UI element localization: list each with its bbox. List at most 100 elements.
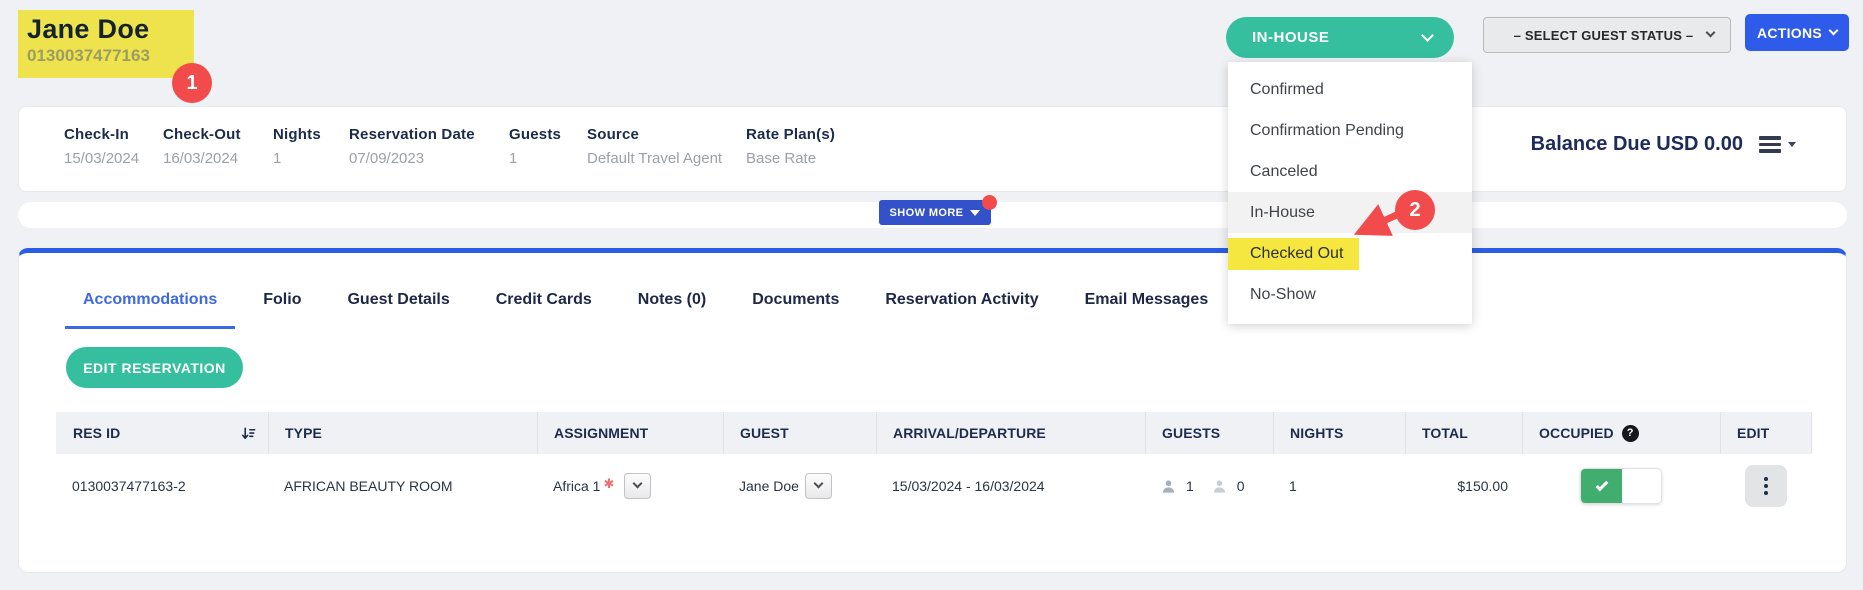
assignment-value: Africa 1 [553,478,600,494]
reservation-summary-card: Check-In 15/03/2024 Check-Out 16/03/2024… [18,106,1847,192]
checked-out-highlight: Checked Out [1228,238,1359,270]
guest-select-button[interactable] [805,473,832,499]
field-value: 16/03/2024 [163,150,241,167]
col-assignment: ASSIGNMENT [537,412,723,454]
chevron-down-icon [1421,29,1434,42]
assignment-select-button[interactable] [624,473,651,499]
guest-status-select[interactable]: – SELECT GUEST STATUS – [1483,17,1731,53]
notification-dot [982,195,997,210]
field-value: Base Rate [746,150,835,167]
col-total: TOTAL [1405,412,1522,454]
chevron-down-icon [1706,28,1716,38]
cell-total: $150.00 [1405,454,1522,518]
show-more-button[interactable]: SHOW MORE [879,200,991,225]
col-label: OCCUPIED [1539,425,1614,441]
summary-field-check-in: Check-In 15/03/2024 [64,126,139,167]
col-nights: NIGHTS [1273,412,1405,454]
col-type: TYPE [268,412,537,454]
summary-field-reservation-date: Reservation Date 07/09/2023 [349,126,475,167]
sort-icon[interactable] [241,426,256,441]
annotation-step-2-badge: 2 [1395,190,1435,230]
col-edit: EDIT [1720,412,1812,454]
tab-folio[interactable]: Folio [245,277,319,329]
field-label: Reservation Date [349,126,475,143]
adults-count: 1 [1186,478,1194,494]
field-label: Rate Plan(s) [746,126,835,143]
col-label: TOTAL [1422,425,1468,441]
summary-field-nights: Nights 1 [273,126,321,167]
tab-bar: Accommodations Folio Guest Details Credi… [65,277,1226,329]
field-label: Check-In [64,126,139,143]
menu-item-confirmation-pending[interactable]: Confirmation Pending [1228,110,1472,151]
check-icon [1595,478,1608,491]
col-label: TYPE [285,425,322,441]
triangle-down-icon [970,210,980,216]
tab-accommodations[interactable]: Accommodations [65,277,235,329]
cell-res-id: 0130037477163-2 [56,454,268,518]
table-row: 0130037477163-2 AFRICAN BEAUTY ROOM Afri… [56,454,1812,518]
field-label: Check-Out [163,126,241,143]
menu-item-canceled[interactable]: Canceled [1228,151,1472,192]
occupied-toggle[interactable] [1580,468,1662,504]
field-label: Guests [509,126,561,143]
col-guest: GUEST [723,412,876,454]
chevron-down-icon [1829,26,1839,36]
balance-menu-button[interactable] [1759,136,1796,153]
col-arrival-departure: ARRIVAL/DEPARTURE [876,412,1145,454]
chevron-down-icon [813,479,823,489]
summary-field-check-out: Check-Out 16/03/2024 [163,126,241,167]
edit-reservation-button[interactable]: EDIT RESERVATION [66,347,243,388]
reservation-page: Jane Doe 0130037477163 1 IN-HOUSE – SELE… [0,0,1863,590]
guest-status-select-value: – SELECT GUEST STATUS – [1500,28,1707,43]
field-value: Default Travel Agent [587,150,722,167]
menu-item-confirmed[interactable]: Confirmed [1228,69,1472,110]
tab-notes[interactable]: Notes (0) [620,277,724,329]
col-guests: GUESTS [1145,412,1273,454]
chevron-down-icon [633,479,643,489]
actions-button[interactable]: ACTIONS [1745,14,1849,51]
guest-value: Jane Doe [739,478,799,494]
guest-name-highlight: Jane Doe 0130037477163 [18,10,194,78]
summary-field-guests: Guests 1 [509,126,561,167]
cell-type: AFRICAN BEAUTY ROOM [268,454,537,518]
field-value: 15/03/2024 [64,150,139,167]
col-label: EDIT [1737,425,1769,441]
col-label: NIGHTS [1290,425,1344,441]
cell-arrival-departure: 15/03/2024 - 16/03/2024 [876,454,1145,518]
cell-guests: 1 0 [1145,454,1273,518]
tab-email-messages[interactable]: Email Messages [1067,277,1227,329]
field-value: 1 [509,150,561,167]
tab-documents[interactable]: Documents [734,277,857,329]
help-icon[interactable]: ? [1622,425,1639,442]
field-value: 1 [273,150,321,167]
col-res-id: RES ID [56,412,268,454]
required-asterisk-icon: ✱ [603,476,614,492]
menu-item-no-show[interactable]: No-Show [1228,274,1472,315]
row-kebab-menu-button[interactable] [1745,465,1787,507]
col-label: ARRIVAL/DEPARTURE [893,425,1046,441]
cell-assignment: Africa 1 ✱ [537,454,723,518]
show-more-label: SHOW MORE [890,207,964,219]
col-label: ASSIGNMENT [554,425,648,441]
reservation-status-dropdown-button[interactable]: IN-HOUSE [1226,17,1454,58]
child-person-icon [1212,479,1227,494]
guest-reservation-id: 0130037477163 [27,46,194,66]
summary-field-rate-plans: Rate Plan(s) Base Rate [746,126,835,167]
reservation-status-label: IN-HOUSE [1252,29,1329,46]
accommodations-table: RES ID TYPE ASSIGNMENT GUEST ARRIVAL/DEP… [56,412,1812,518]
summary-field-source: Source Default Travel Agent [587,126,722,167]
col-occupied: OCCUPIED ? [1522,412,1720,454]
tab-guest-details[interactable]: Guest Details [329,277,467,329]
tab-credit-cards[interactable]: Credit Cards [478,277,610,329]
cell-nights: 1 [1273,454,1405,518]
guest-name: Jane Doe [27,14,194,45]
tab-reservation-activity[interactable]: Reservation Activity [867,277,1056,329]
balance-due-area: Balance Due USD 0.00 [1531,133,1796,156]
field-label: Source [587,126,722,143]
cell-edit [1720,454,1812,518]
toggle-on-half [1581,469,1622,503]
cell-occupied [1522,454,1720,518]
field-label: Nights [273,126,321,143]
actions-button-label: ACTIONS [1757,25,1822,41]
reservation-detail-card: Accommodations Folio Guest Details Credi… [18,248,1847,573]
